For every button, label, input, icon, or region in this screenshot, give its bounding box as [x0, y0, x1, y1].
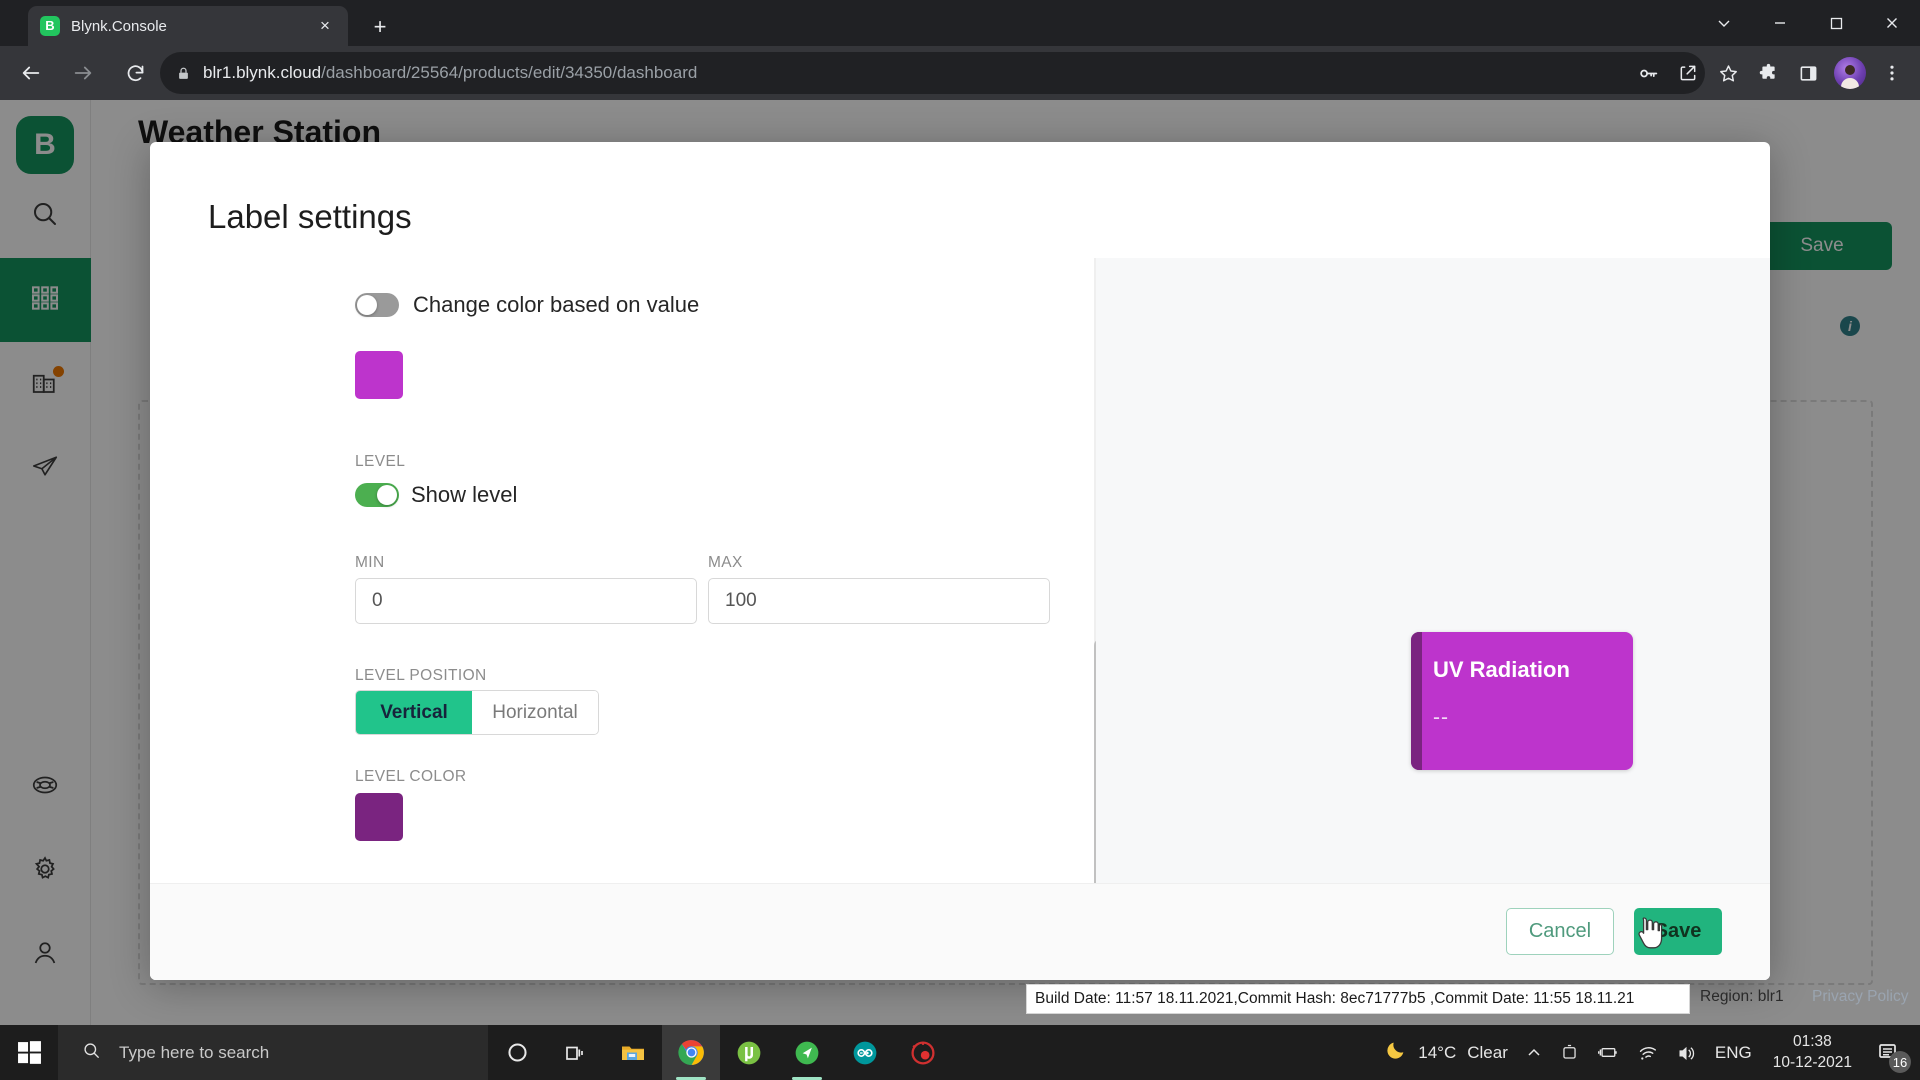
battery-icon[interactable]: [1588, 1025, 1628, 1080]
widget-preview-pane: UV Radiation --: [1096, 258, 1770, 980]
clock-date: 10-12-2021: [1772, 1053, 1852, 1071]
dialog-cancel-button[interactable]: Cancel: [1506, 908, 1614, 955]
weather-condition: Clear: [1467, 1042, 1508, 1062]
level-color-label: LEVEL COLOR: [355, 768, 467, 785]
min-input[interactable]: [355, 578, 697, 624]
new-tab-button[interactable]: +: [365, 12, 395, 42]
change-color-label: Change color based on value: [413, 292, 700, 317]
level-color-swatch[interactable]: [355, 793, 403, 841]
share-icon[interactable]: [1668, 53, 1708, 93]
volume-icon[interactable]: [1667, 1025, 1706, 1080]
dialog-footer: Cancel Save: [150, 883, 1770, 980]
show-level-toggle[interactable]: [355, 483, 399, 507]
lock-icon: [176, 66, 191, 81]
build-info-tooltip: Build Date: 11:57 18.11.2021,Commit Hash…: [1026, 984, 1690, 1014]
toggle-knob: [357, 295, 377, 315]
level-position-label: LEVEL POSITION: [355, 667, 487, 684]
three-dot-menu-icon[interactable]: [1872, 53, 1912, 93]
tab-favicon-icon: B: [40, 16, 60, 36]
system-tray: 14°C Clear ENG 01:38 10-12-2021 16: [1376, 1025, 1920, 1080]
close-window-icon[interactable]: [1864, 0, 1920, 46]
file-explorer-icon[interactable]: [604, 1025, 662, 1080]
utorrent-icon[interactable]: [720, 1025, 778, 1080]
window-controls: [1696, 0, 1920, 46]
privacy-policy-link[interactable]: Privacy Policy: [1812, 988, 1908, 1006]
taskbar-search-placeholder: Type here to search: [119, 1042, 270, 1062]
maximize-icon[interactable]: [1808, 0, 1864, 46]
label-color-swatch[interactable]: [355, 351, 403, 399]
key-icon[interactable]: [1628, 53, 1668, 93]
reload-icon[interactable]: [114, 52, 156, 94]
task-view-icon[interactable]: [546, 1025, 604, 1080]
region-label: Region: blr1: [1700, 988, 1784, 1005]
url-host: blr1.blynk.cloud: [203, 63, 322, 82]
level-position-segmented-control: Vertical Horizontal: [355, 690, 599, 735]
back-arrow-icon[interactable]: [10, 52, 52, 94]
label-settings-dialog: Label settings i Change color based on v…: [150, 142, 1770, 980]
browser-tab[interactable]: B Blynk.Console ×: [28, 6, 348, 46]
address-bar[interactable]: blr1.blynk.cloud/dashboard/25564/product…: [160, 52, 1705, 94]
tab-title: Blynk.Console: [71, 17, 167, 35]
toolbar-actions: [1628, 52, 1912, 94]
dialog-title: Label settings: [208, 198, 412, 235]
uv-radiation-widget[interactable]: UV Radiation --: [1411, 632, 1633, 770]
minimize-icon[interactable]: [1752, 0, 1808, 46]
navigation-icon[interactable]: [778, 1025, 836, 1080]
chrome-icon[interactable]: [662, 1025, 720, 1080]
min-label: MIN: [355, 554, 385, 571]
notifications-button[interactable]: 16: [1864, 1025, 1914, 1080]
avatar[interactable]: [1834, 57, 1866, 89]
toggle-knob: [377, 485, 397, 505]
max-input[interactable]: [708, 578, 1050, 624]
forward-arrow-icon[interactable]: [62, 52, 104, 94]
widget-value: --: [1433, 706, 1449, 729]
devices-icon[interactable]: [1551, 1025, 1588, 1080]
clock[interactable]: 01:38 10-12-2021: [1761, 1025, 1864, 1080]
start-button[interactable]: [0, 1025, 58, 1080]
dialog-save-button[interactable]: Save: [1634, 908, 1722, 955]
browser-chrome: B Blynk.Console × + blr1.blynk.cloud/das…: [0, 0, 1920, 100]
taskbar-search[interactable]: Type here to search: [58, 1025, 488, 1080]
level-position-vertical-option[interactable]: Vertical: [356, 691, 472, 734]
settings-pane: Change color based on value LEVEL Show l…: [150, 258, 1095, 980]
search-icon: [82, 1041, 101, 1065]
side-panel-icon[interactable]: [1788, 53, 1828, 93]
dialog-footer-actions: Cancel Save: [1506, 908, 1722, 955]
chevron-up-icon[interactable]: [1517, 1025, 1551, 1080]
windows-taskbar: Type here to search 14°C Clear ENG 01:38…: [0, 1025, 1920, 1080]
clock-time: 01:38: [1792, 1033, 1832, 1051]
close-icon[interactable]: ×: [314, 15, 336, 37]
chevron-down-icon[interactable]: [1696, 0, 1752, 46]
show-level-label: Show level: [411, 482, 518, 507]
url-text: blr1.blynk.cloud/dashboard/25564/product…: [203, 63, 697, 83]
wifi-icon[interactable]: [1628, 1025, 1667, 1080]
language-indicator[interactable]: ENG: [1706, 1025, 1761, 1080]
puzzle-icon[interactable]: [1748, 53, 1788, 93]
weather-widget[interactable]: 14°C Clear: [1376, 1025, 1517, 1080]
level-section-label: LEVEL: [355, 453, 406, 470]
recording-icon[interactable]: [894, 1025, 952, 1080]
tab-strip: B Blynk.Console × +: [0, 0, 1920, 46]
widget-level-bar: [1411, 632, 1422, 770]
max-label: MAX: [708, 554, 743, 571]
url-path: /dashboard/25564/products/edit/34350/das…: [321, 63, 698, 82]
moon-icon: [1385, 1039, 1407, 1066]
level-position-horizontal-option[interactable]: Horizontal: [472, 691, 598, 734]
cortana-icon[interactable]: [488, 1025, 546, 1080]
weather-temp: 14°C: [1418, 1042, 1457, 1062]
widget-title: UV Radiation: [1433, 657, 1570, 682]
notification-count: 16: [1889, 1051, 1911, 1073]
star-icon[interactable]: [1708, 53, 1748, 93]
arduino-icon[interactable]: [836, 1025, 894, 1080]
change-color-toggle[interactable]: [355, 293, 399, 317]
